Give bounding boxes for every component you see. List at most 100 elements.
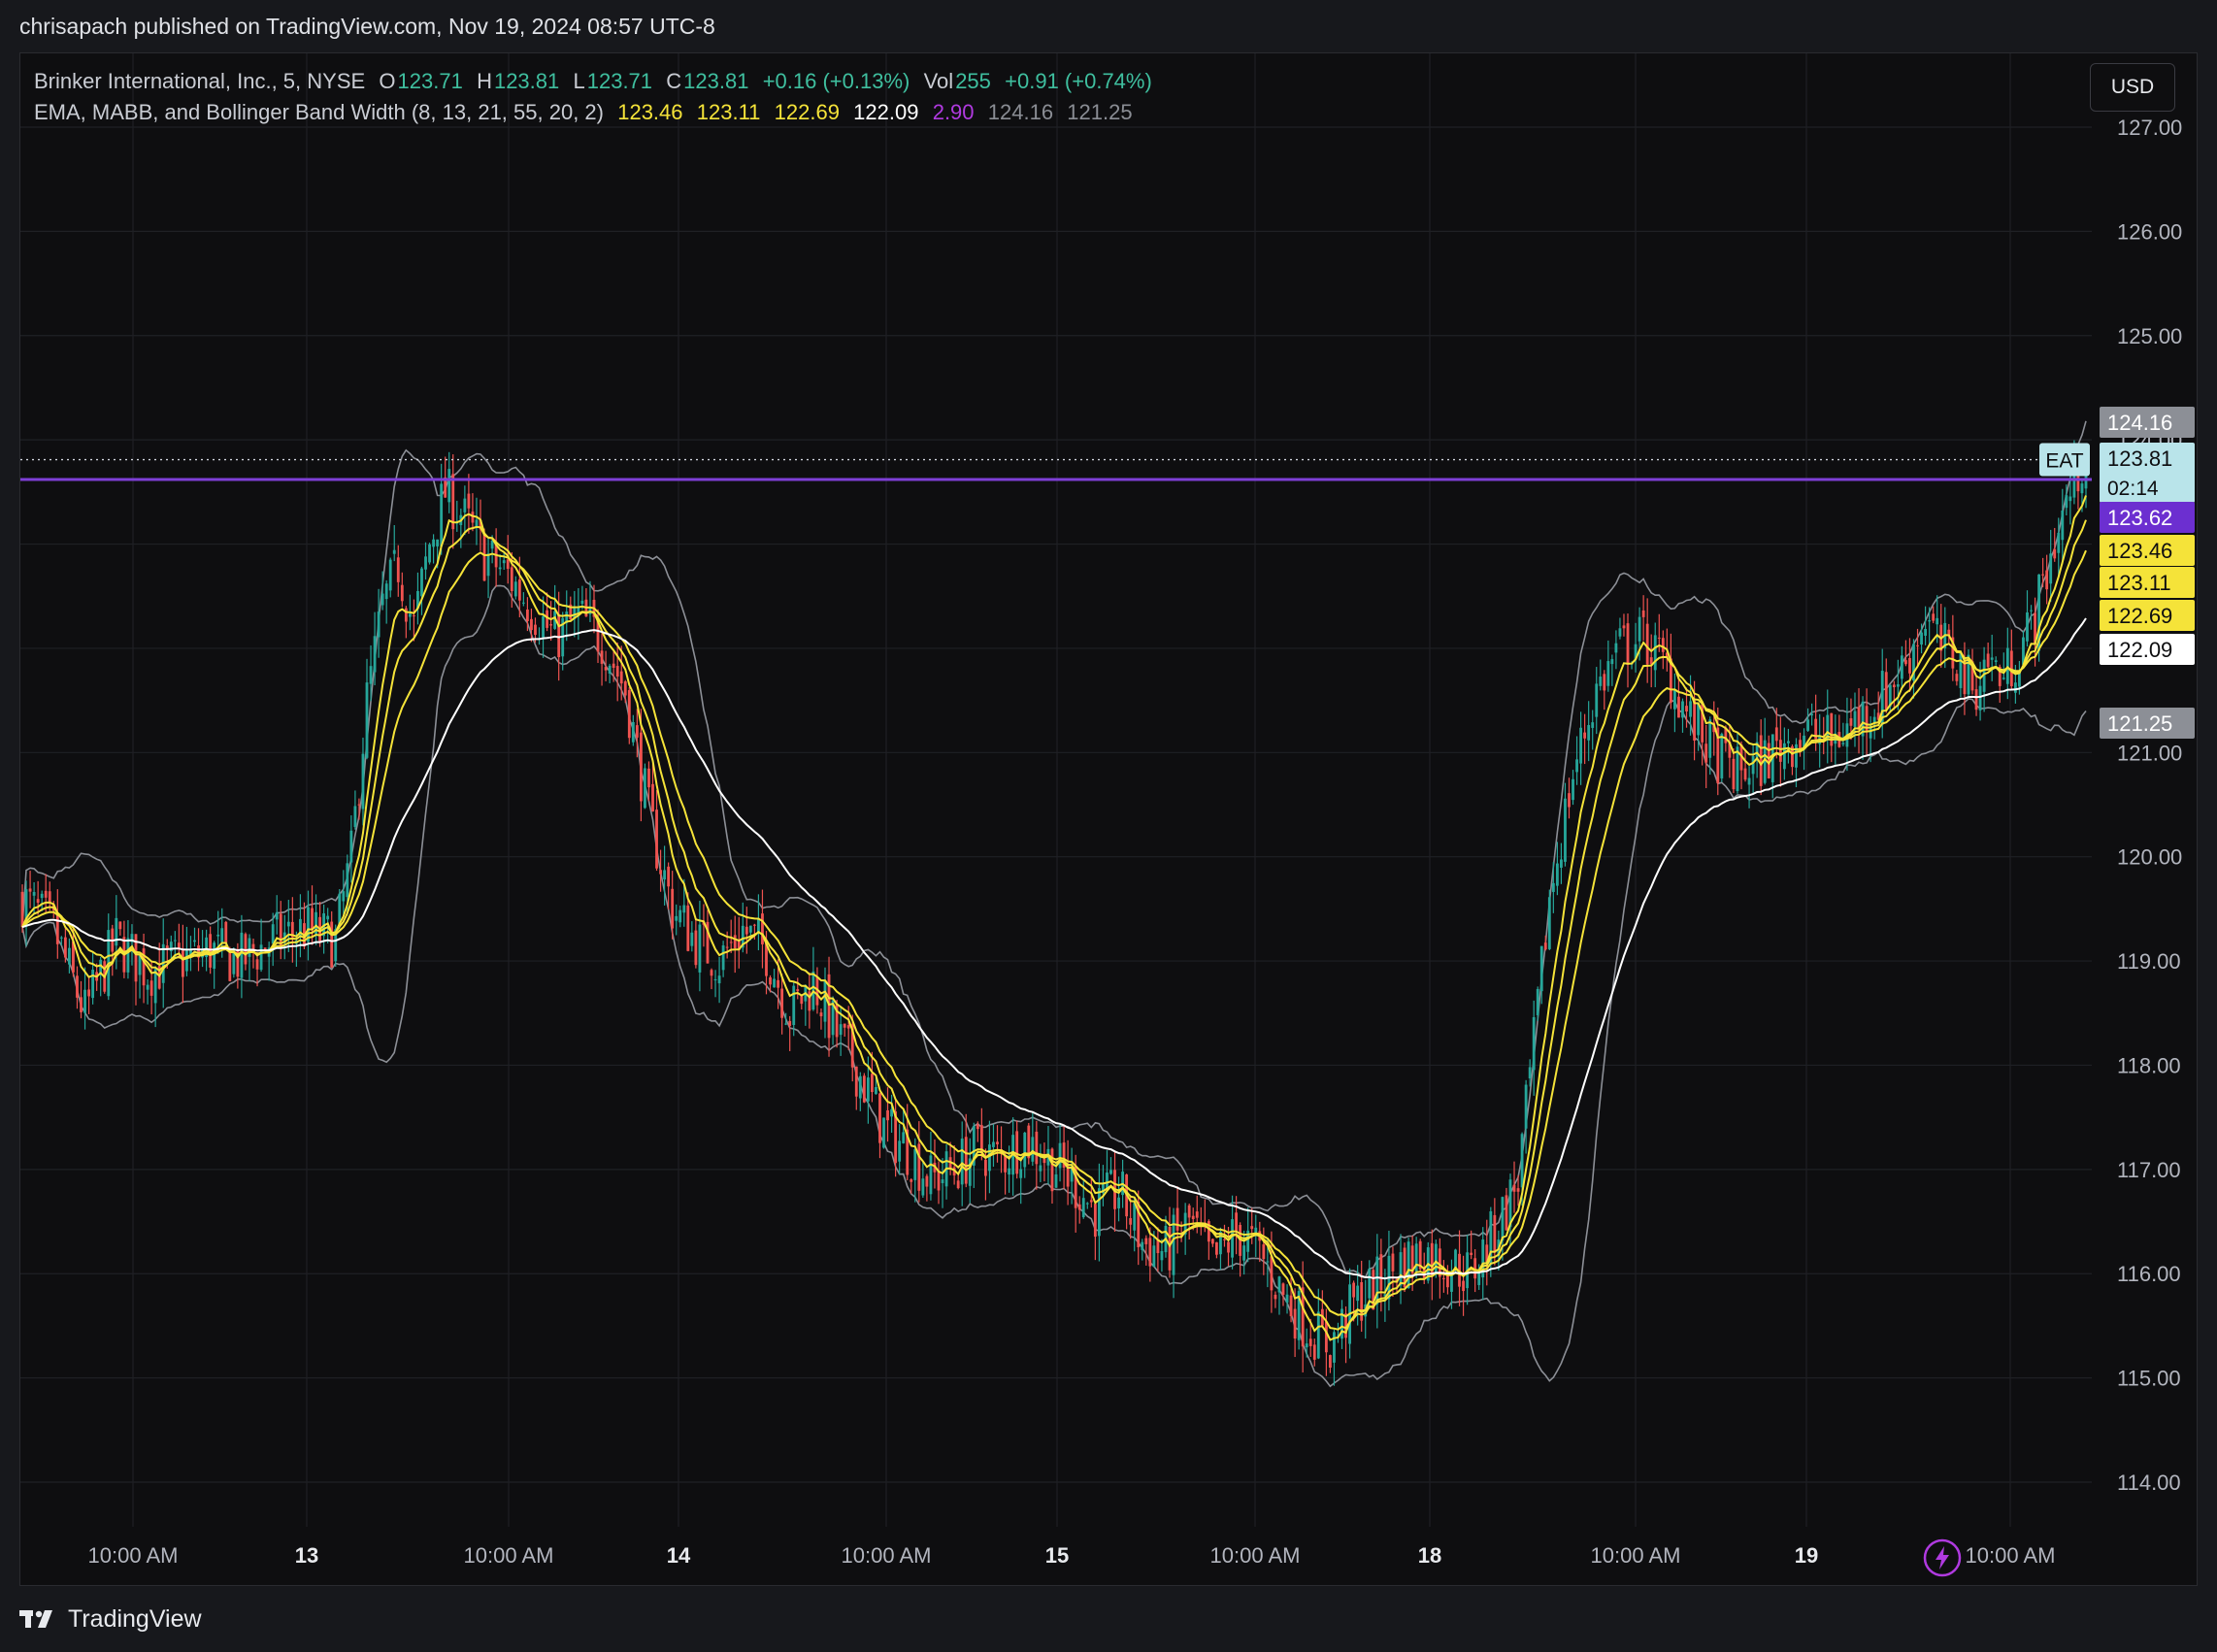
candle-body — [1751, 755, 1755, 775]
candle-body — [937, 1170, 941, 1191]
candle-body — [627, 690, 631, 739]
candle-body — [1077, 1204, 1081, 1210]
candle-body — [1830, 712, 1834, 746]
candle-body — [542, 615, 545, 638]
currency-button[interactable]: USD — [2090, 63, 2175, 112]
candle-body — [521, 602, 525, 604]
candle-body — [1595, 683, 1599, 717]
volume-value: 255 — [955, 69, 991, 93]
candle-body — [1720, 734, 1724, 778]
candle-body — [1782, 743, 1786, 770]
candle-body — [1493, 1214, 1497, 1253]
candle-body — [1175, 1207, 1179, 1231]
candle-body — [240, 932, 244, 978]
x-tick-label: 14 — [667, 1543, 691, 1568]
candle-body — [748, 925, 752, 933]
candle-body — [1732, 758, 1736, 790]
candle-body — [1109, 1170, 1112, 1174]
candle-body — [224, 921, 228, 943]
candle-body — [486, 553, 490, 577]
indicator-legend[interactable]: EMA, MABB, and Bollinger Band Width (8, … — [34, 100, 1135, 125]
tradingview-logo-icon[interactable] — [19, 1608, 58, 1630]
candle-body — [216, 934, 220, 937]
price-label-ema55: 122.09 — [2100, 634, 2195, 665]
candle-body — [440, 483, 444, 547]
candle-body — [1023, 1132, 1027, 1168]
candle-body — [1579, 727, 1583, 764]
candle-body — [1810, 713, 1814, 715]
candle-body — [1551, 882, 1555, 892]
candle-body — [678, 909, 682, 923]
candle-body — [1681, 701, 1684, 718]
candle-body — [1470, 1252, 1473, 1255]
footer-brand[interactable]: TradingView — [68, 1605, 202, 1634]
candle-body — [1786, 741, 1790, 743]
high-value: 123.81 — [493, 69, 560, 93]
candle-body — [1606, 661, 1610, 686]
candle-body — [220, 928, 224, 942]
candle-body — [1144, 1238, 1148, 1244]
candle-body — [1532, 1017, 1536, 1071]
candle-body — [1759, 735, 1763, 786]
high-label: H — [477, 69, 492, 93]
candle-body — [1031, 1137, 1035, 1162]
candle-body — [1743, 768, 1747, 780]
candle-body — [1328, 1355, 1332, 1369]
candle-body — [862, 1075, 866, 1103]
y-tick-label: 127.00 — [2117, 116, 2182, 140]
candle-body — [59, 937, 63, 939]
candle-body — [369, 666, 373, 684]
candle-body — [690, 932, 694, 946]
lightning-icon[interactable] — [1923, 1538, 1962, 1577]
candle-body — [1528, 1067, 1532, 1079]
candle-body — [1539, 945, 1543, 992]
candle-body — [608, 665, 612, 675]
candle-body — [1610, 659, 1614, 665]
candle-body — [1653, 635, 1657, 671]
candle-body — [1235, 1212, 1238, 1233]
candle-body — [976, 1124, 979, 1130]
candle-body — [467, 493, 471, 509]
candle-body — [902, 1132, 906, 1143]
candle-body — [138, 955, 142, 975]
ema21-value: 122.69 — [774, 100, 840, 124]
candle-body — [428, 544, 431, 563]
x-tick-label: 10:00 AM — [88, 1543, 179, 1568]
candle-body — [1685, 706, 1688, 711]
candle-body — [1520, 1134, 1524, 1188]
candle-body — [1512, 1184, 1516, 1192]
footer: TradingView — [19, 1600, 202, 1638]
candle-body — [173, 940, 177, 942]
y-tick-label: 126.00 — [2117, 219, 2182, 244]
x-tick-label: 15 — [1045, 1543, 1069, 1568]
candle-body — [63, 937, 67, 958]
candle-body — [424, 556, 427, 570]
chart-panel[interactable]: EAT 114.00 115.00 116.00 117.00 118.00 119.00… — [19, 52, 2198, 1586]
candle-body — [1227, 1241, 1230, 1253]
candle-body — [2013, 682, 2017, 693]
candle-body — [886, 1109, 889, 1121]
candle-body — [388, 559, 392, 591]
candle-body — [1622, 625, 1626, 629]
price-chart[interactable]: EAT 114.00 115.00 116.00 117.00 118.00 119.00… — [20, 53, 2197, 1585]
candle-body — [91, 970, 95, 999]
candle-body — [1536, 988, 1539, 1015]
candle-body — [44, 890, 48, 898]
x-tick-label: 13 — [295, 1543, 318, 1568]
candle-body — [710, 970, 713, 976]
candle-body — [2057, 532, 2061, 553]
y-tick-label: 120.00 — [2117, 845, 2182, 870]
candle-body — [396, 557, 400, 582]
candle-body — [1462, 1280, 1465, 1292]
candle-body — [663, 870, 667, 880]
price-label-text: 124.16 — [2107, 411, 2172, 435]
price-label-ema13: 123.11 — [2100, 567, 2195, 598]
candle-body — [1853, 710, 1857, 727]
candle-body — [1106, 1173, 1108, 1188]
candle-body — [40, 893, 44, 899]
candle-body — [1560, 859, 1563, 868]
candle-body — [1904, 660, 1907, 665]
price-label-text: 123.46 — [2107, 539, 2172, 563]
candle-body — [769, 977, 772, 985]
candle-body — [1152, 1245, 1156, 1268]
